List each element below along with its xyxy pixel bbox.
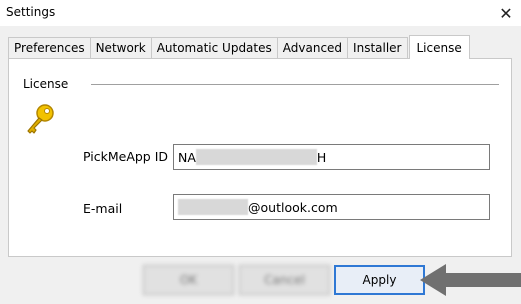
pickmeapp-id-label: PickMeApp ID	[83, 149, 169, 164]
ok-button[interactable]: OK	[143, 265, 234, 295]
email-label: E-mail	[83, 201, 123, 216]
license-panel: License PickMeApp ID NA H E-mail @outloo…	[8, 58, 512, 257]
apply-button[interactable]: Apply	[334, 265, 425, 295]
id-value-suffix: H	[316, 149, 327, 165]
email-redacted-block	[178, 199, 248, 215]
tab-advanced[interactable]: Advanced	[276, 37, 349, 58]
tab-license[interactable]: License	[408, 35, 470, 59]
arrow-left-icon	[420, 264, 521, 296]
tab-preferences[interactable]: Preferences	[8, 37, 91, 58]
pickmeapp-id-field[interactable]: NA H	[173, 144, 490, 170]
key-icon	[27, 104, 54, 134]
title-bar: Settings ✕	[0, 0, 521, 26]
email-value-suffix: @outlook.com	[248, 199, 338, 215]
tab-strip: Preferences Network Automatic Updates Ad…	[8, 35, 470, 59]
license-group-label: License	[23, 77, 69, 91]
email-field[interactable]: @outlook.com	[173, 194, 490, 220]
tab-automatic-updates[interactable]: Automatic Updates	[150, 37, 278, 58]
group-divider	[91, 84, 499, 85]
close-icon[interactable]: ✕	[491, 0, 521, 26]
tab-network[interactable]: Network	[89, 37, 152, 58]
cancel-button[interactable]: Cancel	[239, 265, 330, 295]
id-value-prefix: NA	[178, 149, 196, 165]
window-title: Settings	[6, 5, 56, 19]
tab-installer[interactable]: Installer	[347, 37, 408, 58]
id-redacted-block	[195, 149, 317, 165]
